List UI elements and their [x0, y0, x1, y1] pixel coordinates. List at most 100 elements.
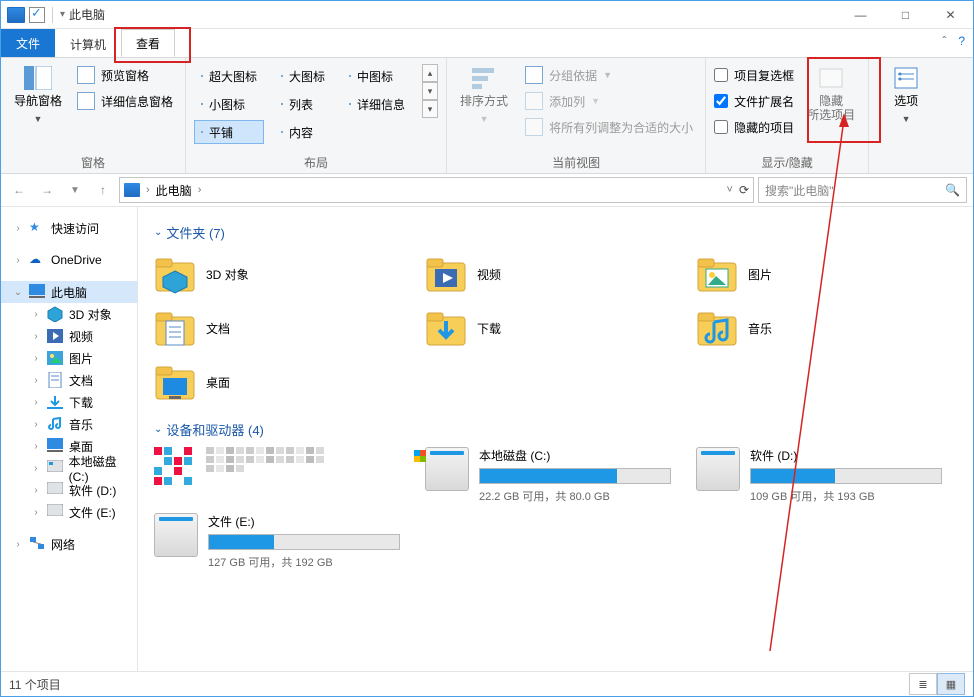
- expand-icon[interactable]: ›: [31, 441, 41, 452]
- tree-network[interactable]: ›网络: [1, 533, 137, 555]
- item-icon: [47, 328, 63, 344]
- layout-xl[interactable]: 超大图标: [194, 64, 264, 88]
- layout-tile[interactable]: 平铺: [194, 120, 264, 144]
- layout-md[interactable]: 中图标: [342, 64, 412, 88]
- address-bar[interactable]: › 此电脑 › ˅ ⟳: [119, 177, 754, 203]
- layout-details[interactable]: 详细信息: [342, 92, 412, 116]
- tree-child[interactable]: ›文档: [1, 369, 137, 391]
- expand-icon[interactable]: ›: [31, 463, 41, 474]
- options-label: 选项: [894, 94, 918, 108]
- collapse-icon[interactable]: ⌄: [154, 424, 162, 435]
- group-label-layout: 布局: [194, 151, 438, 171]
- forward-button[interactable]: →: [35, 178, 59, 202]
- expand-icon[interactable]: ›: [13, 223, 23, 234]
- section-folders[interactable]: ⌄文件夹 (7): [154, 223, 957, 242]
- drive-tile[interactable]: 文件 (E:)127 GB 可用，共 192 GB: [154, 513, 415, 573]
- details-pane-icon: [77, 92, 95, 110]
- tab-file[interactable]: 文件: [1, 29, 55, 57]
- search-box[interactable]: 搜索"此电脑" 🔍: [758, 177, 967, 203]
- folder-tile[interactable]: 音乐: [696, 304, 957, 352]
- tree-child[interactable]: ›图片: [1, 347, 137, 369]
- folder-tile[interactable]: 桌面: [154, 358, 415, 406]
- collapse-icon[interactable]: ⌄: [154, 227, 162, 238]
- tab-view[interactable]: 查看: [121, 29, 175, 57]
- ribbon-collapse-icon[interactable]: ˆ: [942, 34, 946, 48]
- scroll-up-icon[interactable]: ▴: [422, 64, 438, 82]
- tab-computer[interactable]: 计算机: [55, 30, 121, 57]
- expand-icon[interactable]: ›: [31, 507, 41, 518]
- layout-list[interactable]: 列表: [274, 92, 332, 116]
- options-button[interactable]: 选项 ▼: [877, 62, 935, 126]
- expand-icon[interactable]: ›: [31, 485, 41, 496]
- scroll-down-icon[interactable]: ▾: [422, 82, 438, 100]
- view-tiles-button[interactable]: ▦: [937, 673, 965, 695]
- sort-button[interactable]: 排序方式 ▼: [455, 62, 513, 126]
- tree-child[interactable]: ›3D 对象: [1, 303, 137, 325]
- layout-sm[interactable]: 小图标: [194, 92, 264, 116]
- tree-child[interactable]: ›文件 (E:): [1, 501, 137, 523]
- refresh-button[interactable]: ⟳: [739, 183, 749, 197]
- check-ext[interactable]: 文件扩展名: [714, 90, 794, 112]
- tree-child[interactable]: ›本地磁盘 (C:): [1, 457, 137, 479]
- folder-tile[interactable]: 文档: [154, 304, 415, 352]
- layout-scroll[interactable]: ▴ ▾ ▾: [422, 62, 438, 144]
- expand-icon[interactable]: ›: [13, 255, 23, 266]
- address-segment[interactable]: 此电脑: [156, 182, 192, 199]
- view-details-button[interactable]: ≣: [909, 673, 937, 695]
- layout-lg[interactable]: 大图标: [274, 64, 332, 88]
- address-history-icon[interactable]: ˅: [727, 184, 733, 196]
- checkbox-icon[interactable]: [714, 68, 728, 82]
- expand-icon[interactable]: ›: [31, 397, 41, 408]
- layout-content[interactable]: 内容: [274, 120, 332, 144]
- tree-child[interactable]: ›视频: [1, 325, 137, 347]
- expand-icon[interactable]: ›: [31, 419, 41, 430]
- tree-thispc[interactable]: ⌄此电脑: [1, 281, 137, 303]
- ribbon-group-panes: 导航窗格 ▼ 预览窗格 详细信息窗格 窗格: [1, 58, 186, 173]
- folder-tile[interactable]: 3D 对象: [154, 250, 415, 298]
- folder-tile[interactable]: 视频: [425, 250, 686, 298]
- check-hidden[interactable]: 隐藏的项目: [714, 116, 794, 138]
- checkbox-icon[interactable]: [714, 120, 728, 134]
- folder-tile[interactable]: 图片: [696, 250, 957, 298]
- check-itemcheckbox[interactable]: 项目复选框: [714, 64, 794, 86]
- maximize-button[interactable]: □: [883, 1, 928, 28]
- nav-pane-button[interactable]: 导航窗格 ▼: [9, 62, 67, 126]
- expand-icon[interactable]: ›: [13, 539, 23, 550]
- close-button[interactable]: ✕: [928, 1, 973, 28]
- scroll-more-icon[interactable]: ▾: [422, 100, 438, 118]
- up-button[interactable]: ↑: [91, 178, 115, 202]
- tree-child[interactable]: ›音乐: [1, 413, 137, 435]
- recent-locations-button[interactable]: ▼: [63, 178, 87, 202]
- nav-tree[interactable]: ›★快速访问 ›☁OneDrive ⌄此电脑 ›3D 对象›视频›图片›文档›下…: [1, 207, 138, 671]
- folder-tile[interactable]: 下载: [425, 304, 686, 352]
- checkbox-icon[interactable]: [714, 94, 728, 108]
- expand-icon[interactable]: ›: [31, 353, 41, 364]
- qat-properties-icon[interactable]: [29, 7, 45, 23]
- tree-child[interactable]: ›下载: [1, 391, 137, 413]
- tree-quickaccess[interactable]: ›★快速访问: [1, 217, 137, 239]
- preview-pane-button[interactable]: 预览窗格: [73, 64, 177, 86]
- drive-sub: [206, 465, 415, 477]
- folder-icon: [154, 361, 196, 403]
- window-title: 此电脑: [69, 6, 105, 23]
- qat-customize-icon[interactable]: ▾: [60, 9, 65, 20]
- minimize-button[interactable]: —: [838, 1, 883, 28]
- collapse-icon[interactable]: ⌄: [13, 287, 23, 298]
- drive-tile[interactable]: 软件 (D:)109 GB 可用，共 193 GB: [696, 447, 957, 507]
- expand-icon[interactable]: ›: [31, 309, 41, 320]
- expand-icon[interactable]: ›: [31, 375, 41, 386]
- back-button[interactable]: ←: [7, 178, 31, 202]
- expand-icon[interactable]: ›: [31, 331, 41, 342]
- chevron-right-icon[interactable]: ›: [146, 184, 150, 196]
- search-icon[interactable]: 🔍: [945, 183, 960, 197]
- tree-onedrive[interactable]: ›☁OneDrive: [1, 249, 137, 271]
- drive-tile[interactable]: [154, 447, 415, 507]
- drive-tile[interactable]: 本地磁盘 (C:)22.2 GB 可用，共 80.0 GB: [425, 447, 686, 507]
- status-bar: 11 个项目 ≣ ▦: [1, 671, 973, 696]
- details-pane-button[interactable]: 详细信息窗格: [73, 90, 177, 112]
- chevron-right-icon[interactable]: ›: [198, 184, 202, 196]
- groupby-button[interactable]: 分组依据▼: [521, 64, 697, 86]
- content-pane[interactable]: ⌄文件夹 (7) 3D 对象视频图片文档下载音乐桌面 ⌄设备和驱动器 (4) 本…: [138, 207, 973, 671]
- help-icon[interactable]: ?: [958, 34, 965, 48]
- section-devices[interactable]: ⌄设备和驱动器 (4): [154, 420, 957, 439]
